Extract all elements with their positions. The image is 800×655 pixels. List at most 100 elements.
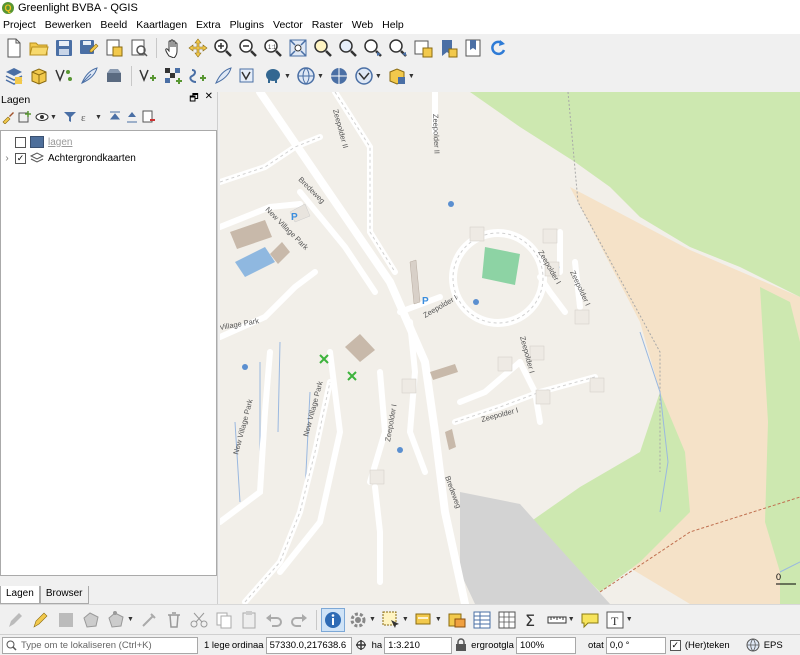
rotation-spinbox[interactable]: 0,0 ° bbox=[605, 636, 666, 654]
chevron-down-icon[interactable]: ▼ bbox=[408, 73, 415, 80]
menu-help[interactable]: Help bbox=[379, 19, 410, 31]
new-project-button[interactable] bbox=[2, 36, 26, 60]
undo-button[interactable] bbox=[262, 608, 286, 632]
zoom-in-button[interactable] bbox=[211, 36, 235, 60]
chevron-down-icon[interactable]: ▼ bbox=[95, 114, 102, 121]
identify-features-button[interactable] bbox=[320, 607, 345, 632]
data-source-manager-button[interactable] bbox=[2, 64, 26, 88]
scale-combobox[interactable]: 1:3.210 bbox=[384, 636, 453, 654]
filter-expression-button[interactable]: ε bbox=[80, 110, 94, 124]
chevron-down-icon[interactable]: ▼ bbox=[284, 73, 291, 80]
layer-row-lagen[interactable]: lagen bbox=[1, 134, 216, 150]
toggle-editing-button[interactable] bbox=[29, 608, 53, 632]
layer-styling-button[interactable] bbox=[1, 110, 15, 124]
close-icon[interactable]: ✕ bbox=[205, 91, 213, 108]
menu-vector[interactable]: Vector bbox=[270, 19, 309, 31]
layer-visibility-checkbox[interactable]: ✓ bbox=[15, 152, 26, 164]
coordinate-field[interactable]: 57330.0,217638.6 bbox=[265, 636, 352, 654]
current-edits-button[interactable] bbox=[4, 608, 28, 632]
filter-legend-button[interactable] bbox=[63, 110, 77, 124]
chevron-down-icon[interactable]: ▼ bbox=[402, 616, 409, 623]
layout-manager-button[interactable] bbox=[127, 36, 151, 60]
show-bookmarks-button[interactable] bbox=[461, 36, 485, 60]
pan-map-button[interactable] bbox=[161, 36, 185, 60]
add-wcs-button[interactable] bbox=[327, 64, 351, 88]
map-canvas[interactable]: PPPPPPPPPPPP Zeepolder II Zeepolder II B… bbox=[220, 92, 800, 604]
layer-visibility-checkbox[interactable] bbox=[15, 136, 26, 148]
open-project-button[interactable] bbox=[27, 36, 51, 60]
menu-extra[interactable]: Extra bbox=[193, 19, 227, 31]
layer-row-achtergrondkaarten[interactable]: › ✓ Achtergrondkaarten bbox=[1, 150, 216, 166]
toggle-extents-icon[interactable] bbox=[354, 638, 368, 652]
menu-plugins[interactable]: Plugins bbox=[227, 19, 270, 31]
text-annotation-button[interactable]: T bbox=[603, 608, 627, 632]
save-project-button[interactable] bbox=[52, 36, 76, 60]
float-panel-icon[interactable]: 🗗 bbox=[189, 91, 198, 108]
redo-button[interactable] bbox=[287, 608, 311, 632]
refresh-button[interactable] bbox=[486, 36, 510, 60]
new-spatialite-button[interactable] bbox=[77, 64, 101, 88]
zoom-to-layer-button[interactable] bbox=[336, 36, 360, 60]
save-edits-button[interactable] bbox=[54, 608, 78, 632]
new-bookmark-button[interactable] bbox=[436, 36, 460, 60]
menu-project[interactable]: Project bbox=[0, 19, 42, 31]
remove-layer-button[interactable] bbox=[142, 110, 156, 124]
zoom-next-button[interactable] bbox=[386, 36, 410, 60]
add-wms-button[interactable] bbox=[294, 64, 318, 88]
chevron-down-icon[interactable]: ▼ bbox=[50, 114, 57, 121]
render-checkbox[interactable]: ✓ bbox=[669, 639, 681, 651]
chevron-down-icon[interactable]: ▼ bbox=[369, 616, 376, 623]
tab-lagen[interactable]: Lagen bbox=[0, 586, 40, 604]
save-as-button[interactable] bbox=[77, 36, 101, 60]
chevron-right-icon[interactable]: › bbox=[1, 153, 13, 164]
collapse-all-button[interactable] bbox=[125, 110, 139, 124]
zoom-last-button[interactable] bbox=[361, 36, 385, 60]
select-by-value-button[interactable] bbox=[412, 608, 436, 632]
chevron-down-icon[interactable]: ▼ bbox=[375, 73, 382, 80]
locator-search-input[interactable]: Type om te lokaliseren (Ctrl+K) bbox=[2, 636, 198, 654]
add-delimited-text-button[interactable] bbox=[186, 64, 210, 88]
zoom-to-selection-button[interactable] bbox=[311, 36, 335, 60]
menu-beeld[interactable]: Beeld bbox=[97, 19, 133, 31]
pan-to-selection-button[interactable] bbox=[186, 36, 210, 60]
menu-web[interactable]: Web bbox=[349, 19, 379, 31]
manage-visibility-button[interactable] bbox=[35, 110, 49, 124]
print-layout-button[interactable] bbox=[102, 36, 126, 60]
layer-name[interactable]: Achtergrondkaarten bbox=[48, 153, 136, 164]
copy-features-button[interactable] bbox=[212, 608, 236, 632]
add-feature-button[interactable] bbox=[79, 608, 103, 632]
chevron-down-icon[interactable]: ▼ bbox=[127, 616, 134, 623]
crs-label[interactable]: EPS bbox=[764, 640, 783, 651]
run-action-button[interactable] bbox=[346, 608, 370, 632]
add-postgis-button[interactable] bbox=[261, 64, 285, 88]
zoom-native-button[interactable]: 1:1 bbox=[261, 36, 285, 60]
multi-edit-button[interactable] bbox=[137, 608, 161, 632]
new-virtual-layer-button[interactable] bbox=[102, 64, 126, 88]
cut-features-button[interactable] bbox=[187, 608, 211, 632]
add-wfs-button[interactable] bbox=[352, 64, 376, 88]
new-geopackage-button[interactable] bbox=[27, 64, 51, 88]
chevron-down-icon[interactable]: ▼ bbox=[568, 616, 575, 623]
zoom-out-button[interactable] bbox=[236, 36, 260, 60]
zoom-full-button[interactable] bbox=[286, 36, 310, 60]
deselect-all-button[interactable] bbox=[445, 608, 469, 632]
chevron-down-icon[interactable]: ▼ bbox=[626, 616, 633, 623]
menu-raster[interactable]: Raster bbox=[309, 19, 349, 31]
statistics-button[interactable]: Σ bbox=[520, 608, 544, 632]
add-vector-layer-button[interactable] bbox=[136, 64, 160, 88]
lock-icon[interactable] bbox=[455, 638, 467, 652]
select-features-button[interactable] bbox=[379, 608, 403, 632]
menu-kaartlagen[interactable]: Kaartlagen bbox=[133, 19, 193, 31]
magnifier-spinbox[interactable]: 100% bbox=[515, 636, 576, 654]
tab-browser[interactable]: Browser bbox=[39, 586, 89, 604]
attribute-table-button[interactable] bbox=[470, 608, 494, 632]
add-spatialite-button[interactable] bbox=[211, 64, 235, 88]
chevron-down-icon[interactable]: ▼ bbox=[435, 616, 442, 623]
delete-selected-button[interactable] bbox=[162, 608, 186, 632]
add-raster-layer-button[interactable] bbox=[161, 64, 185, 88]
add-group-button[interactable] bbox=[18, 110, 32, 124]
new-map-view-button[interactable] bbox=[411, 36, 435, 60]
field-calculator-button[interactable] bbox=[495, 608, 519, 632]
menu-bewerken[interactable]: Bewerken bbox=[42, 19, 98, 31]
measure-button[interactable] bbox=[545, 608, 569, 632]
